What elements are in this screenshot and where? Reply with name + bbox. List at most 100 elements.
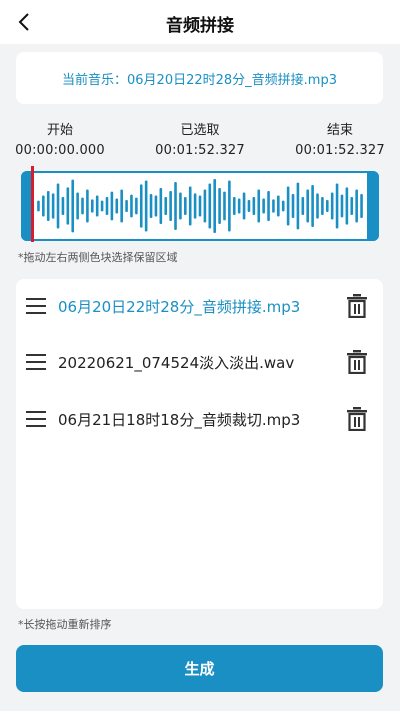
waveform-bar [154,195,158,217]
delete-button[interactable] [346,407,368,432]
waveform-bar [360,194,363,218]
waveform-bar [286,186,290,226]
delete-button[interactable] [346,294,368,319]
waveform-bar [159,188,163,224]
waveform-bar [184,197,187,215]
waveform-bar [95,195,99,217]
waveform-bar [272,199,275,213]
drag-handle-icon[interactable] [26,298,46,314]
trim-hint: *拖动左右两侧色块选择保留区域 [18,251,178,264]
track-item[interactable]: 20220621_074524淡入淡出.wav [16,342,383,382]
waveform-bar [277,195,280,217]
playhead-marker[interactable] [31,166,34,242]
waveform-bar [193,193,197,219]
selected-time-column: 已选取 00:01:52.327 [145,122,255,160]
waveform-bar [139,184,143,228]
waveform-bar [218,188,221,224]
waveform-bar [208,183,212,229]
selected-label: 已选取 [180,123,220,138]
trash-icon [347,294,367,319]
waveform-bar [198,195,202,217]
waveform-bar [237,198,241,214]
waveform-bar [330,192,334,220]
waveform-bar [130,194,133,218]
waveform-bar [125,200,128,212]
waveform-bar [281,200,285,212]
waveform-bar [91,199,94,213]
waveform-bar [144,180,148,232]
end-label: 结束 [326,123,353,138]
waveform-bar [232,197,236,215]
waveform-bar [321,197,324,215]
track-item[interactable]: 06月20日22时28分_音频拼接.mp3 [16,286,383,326]
waveform-bar [316,193,319,219]
track-name: 06月20日22时28分_音频拼接.mp3 [58,297,301,316]
drag-handle-icon[interactable] [26,354,46,370]
start-time-value: 00:00:00.000 [15,143,105,158]
generate-button[interactable]: 生成 [16,645,383,692]
waveform-bar [257,189,261,223]
waveform-bar [81,197,84,215]
waveform-bar [71,179,75,233]
page-title: 音频拼接 [166,16,234,36]
trim-handle-right[interactable] [367,171,379,241]
end-time-value: 00:01:52.327 [295,143,385,158]
waveform-bar [325,200,329,212]
waveform-bar [105,197,109,215]
waveform-bar [110,191,114,221]
waveform-bar [56,183,60,229]
waveform-bar [115,198,119,214]
start-label: 开始 [46,123,73,138]
waveform-bar [174,182,177,230]
waveform-bar [242,192,246,220]
waveform-bar [228,180,231,232]
waveform-bar [149,194,153,218]
waveform-bar [179,192,182,220]
waveform-bar [66,187,70,225]
selected-time-value: 00:01:52.327 [155,143,245,158]
app-header: 音频拼接 [0,0,400,44]
end-time-column: 结束 00:01:52.327 [285,122,395,160]
waveform-bar [120,189,123,223]
waveform-bar [223,191,226,221]
waveform-bar [291,194,295,218]
waveform-bar [86,189,89,223]
waveform-bar [355,189,358,223]
trash-icon [347,350,367,375]
waveform-bar [37,200,40,212]
waveform-bar [61,197,65,215]
drag-handle-icon[interactable] [26,411,46,427]
waveform-bar [169,191,172,221]
start-time-column: 开始 00:00:00.000 [5,122,115,160]
reorder-hint: *长按拖动重新排序 [18,618,112,631]
waveform-bar [100,200,104,212]
delete-button[interactable] [346,350,368,375]
waveform-bar [252,197,256,215]
waveform-bar [350,197,354,215]
track-name: 06月21日18时18分_音频裁切.mp3 [58,410,301,429]
waveform-bar [213,179,216,233]
waveform-bar [203,189,207,223]
waveform-bar [296,182,300,230]
waveform-bar [46,191,50,221]
waveform-bar [164,197,168,215]
waveform-bar [76,192,79,220]
waveform-bar [262,198,265,214]
track-name: 20220621_074524淡入淡出.wav [58,353,295,372]
waveform-bar [42,195,45,217]
waveform-bar [340,194,344,218]
track-list: 06月20日22时28分_音频拼接.mp3 20220621_074524淡入淡… [16,279,383,609]
waveform-bar [51,193,55,219]
waveform-bars [37,179,363,233]
waveform-bar [345,187,349,225]
current-music-label: 当前音乐：06月20日22时28分_音频拼接.mp3 [62,72,337,88]
track-item[interactable]: 06月21日18时18分_音频裁切.mp3 [16,399,383,439]
waveform-bar [311,185,314,227]
waveform-bar [188,186,192,226]
current-music-card: 当前音乐：06月20日22时28分_音频拼接.mp3 [16,52,383,104]
trash-icon [347,407,367,432]
waveform-bar [267,191,270,221]
waveform-bar [335,183,339,229]
waveform-bar [306,189,309,223]
waveform-bar [135,197,138,215]
